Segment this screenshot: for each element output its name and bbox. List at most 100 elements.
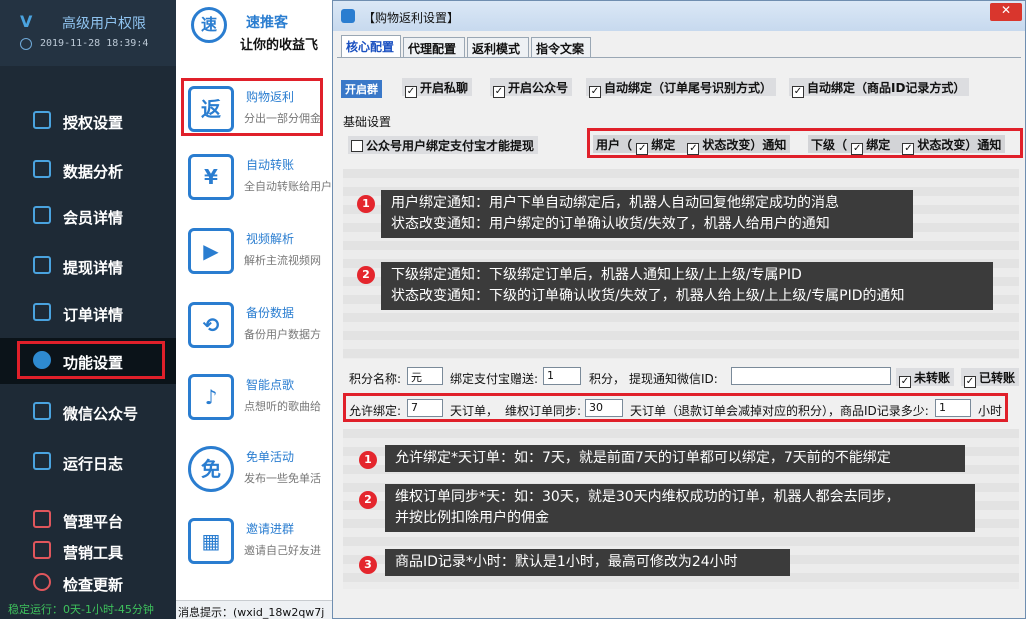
tip-number-badge: 1: [357, 195, 375, 213]
points-name-input[interactable]: 元: [407, 367, 443, 385]
sidebar-item-auth[interactable]: 授权设置: [0, 98, 176, 144]
checkbox-icon[interactable]: ✓: [902, 143, 915, 155]
official-account-checkbox[interactable]: ✓ 开启公众号: [490, 78, 573, 98]
auto-bind-order-checkbox[interactable]: ✓ 自动绑定（订单尾号识别方式）: [586, 78, 777, 98]
group-toggle[interactable]: 开启群: [341, 80, 382, 98]
feature-auto-transfer[interactable]: ¥ 自动转账全自动转账给用户: [176, 146, 336, 216]
sync-label: 维权订单同步:: [505, 404, 582, 418]
withdraw-notify-input[interactable]: [731, 367, 891, 385]
checkbox-label: 开启公众号: [508, 81, 569, 95]
feature-desc: 全自动转账给用户: [244, 180, 332, 193]
points-unit-label: 积分，: [589, 372, 626, 386]
sync-unit: 天订单（退款订单会减掉对应的积分），商品ID记录多少:: [630, 404, 929, 418]
app-title: 高级用户权限: [62, 16, 146, 32]
feature-title: 视频解析: [246, 232, 295, 246]
checkbox-label: 开启私聊: [420, 81, 469, 95]
withdraw-notify-label: 提现通知微信ID:: [629, 372, 718, 386]
feature-free-order[interactable]: 免免单活动 发布一些免单活: [176, 438, 336, 508]
checkbox-icon[interactable]: ✓: [636, 143, 649, 155]
private-chat-checkbox[interactable]: ✓ 开启私聊: [402, 78, 473, 98]
close-button[interactable]: ✕: [990, 3, 1022, 21]
tip-line: 下级绑定通知：下级绑定订单后，机器人通知上级/上上级/专属PID: [391, 267, 802, 283]
tab-command-text[interactable]: 指令文案: [531, 37, 591, 58]
tip-line: 状态改变通知：下级的订单确认收货/失效了，机器人给上级/上上级/专属PID的通知: [391, 288, 905, 304]
feature-desc: 备份用户数据方: [244, 328, 321, 341]
brand-slogan: 让你的收益飞: [240, 38, 319, 53]
sidebar-header: V 高级用户权限 2019-11-28 18:39:4: [0, 0, 176, 66]
admin-icon: [33, 510, 51, 528]
feature-desc: 发布一些免单活: [244, 472, 321, 485]
search-doc-icon: [33, 256, 51, 274]
sidebar-item-members[interactable]: 会员详情: [0, 193, 176, 239]
feature-desc: 点想听的歌曲给: [244, 400, 321, 413]
sub-state-label: 状态改变）通知: [917, 138, 1002, 152]
free-icon: 免: [188, 446, 234, 492]
allow-bind-label: 允许绑定:: [349, 404, 402, 418]
user-notify-group: 用户（ ✓ 绑定 ✓ 状态改变）通知: [593, 135, 791, 155]
checkbox-label: 公众号用户绑定支付宝才能提现: [366, 139, 535, 153]
tip-callout: 商品ID记录*小时：默认是1小时，最高可修改为24小时: [385, 549, 790, 576]
app-logo-icon: V: [20, 12, 33, 31]
yuan-doc-icon: [33, 303, 51, 321]
update-icon: [33, 573, 51, 591]
checkbox-icon[interactable]: ✓: [851, 143, 864, 155]
tip-callout: 下级绑定通知：下级绑定订单后，机器人通知上级/上上级/专属PID 状态改变通知：…: [381, 262, 993, 310]
alipay-withdraw-checkbox[interactable]: 公众号用户绑定支付宝才能提现: [348, 136, 539, 154]
user-state-label: 状态改变）通知: [702, 138, 787, 152]
bind-alipay-label: 绑定支付宝赠送:: [450, 372, 539, 386]
auto-bind-product-checkbox[interactable]: ✓ 自动绑定（商品ID记录方式）: [789, 78, 970, 98]
yuan-icon: ¥: [188, 154, 234, 200]
bind-alipay-input[interactable]: 1: [543, 367, 581, 385]
sidebar-item-label: 会员详情: [63, 209, 124, 227]
transferred-checkbox[interactable]: ✓ 已转账: [961, 368, 1020, 388]
datetime: 2019-11-28 18:39:4: [40, 38, 149, 49]
tip-number-badge: 1: [359, 451, 377, 469]
edit-icon: [33, 206, 51, 224]
tab-rebate-mode[interactable]: 返利模式: [467, 37, 529, 58]
checkbox-label: 自动绑定（订单尾号识别方式）: [604, 81, 773, 95]
sub-notify-prefix: 下级（: [811, 138, 848, 152]
sidebar-item-orders[interactable]: 订单详情: [0, 290, 176, 336]
feature-video-parse[interactable]: ▶ 视频解析 解析主流视频网: [176, 220, 336, 290]
tip-number-badge: 2: [357, 266, 375, 284]
sidebar-item-withdrawals[interactable]: 提现详情: [0, 243, 176, 289]
tab-core-config[interactable]: 核心配置: [341, 35, 401, 58]
allow-bind-unit: 天订单，: [450, 404, 499, 418]
record-hours-input[interactable]: 1: [935, 399, 971, 417]
checkbox-icon: ✓: [792, 86, 804, 98]
highlight-box: [181, 78, 323, 136]
sub-notify-group: 下级（ ✓ 绑定 ✓ 状态改变）通知: [808, 135, 1006, 155]
sidebar-item-label: 检查更新: [63, 576, 124, 594]
checkbox-icon: ✓: [589, 86, 601, 98]
allow-bind-input[interactable]: 7: [407, 399, 443, 417]
checkbox-label: 自动绑定（商品ID记录方式）: [807, 81, 966, 95]
rebate-settings-dialog: 【购物返利设置】 ✕ 核心配置 代理配置 返利模式 指令文案 开启群 ✓ 开启私聊…: [332, 0, 1026, 619]
sidebar-item-analytics[interactable]: 数据分析: [0, 147, 176, 193]
checkbox-icon: ✓: [899, 376, 911, 388]
user-bind-label: 绑定: [651, 138, 676, 152]
tip-number-badge: 3: [359, 556, 377, 574]
not-transferred-checkbox[interactable]: ✓ 未转账: [896, 368, 955, 388]
feature-backup[interactable]: ⟲ 备份数据 备份用户数据方: [176, 294, 336, 364]
sidebar-item-label: 微信公众号: [63, 405, 139, 423]
message-hint: 消息提示：(wxid_18w2qw7j: [176, 600, 336, 619]
tip-number-badge: 2: [359, 491, 377, 509]
points-name-label: 积分名称:: [349, 372, 402, 386]
sidebar-item-label: 数据分析: [63, 163, 124, 181]
sync-input[interactable]: 30: [585, 399, 623, 417]
feature-title: 备份数据: [246, 306, 295, 320]
tip-line: 用户绑定通知：用户下单自动绑定后，机器人自动回复他绑定成功的消息: [391, 195, 839, 211]
tip-callout: 用户绑定通知：用户下单自动绑定后，机器人自动回复他绑定成功的消息 状态改变通知：…: [381, 190, 913, 238]
tip-line: 允许绑定*天订单：如：7天，就是前面7天的订单都可以绑定，7天前的不能绑定: [395, 450, 891, 466]
brand-name: 速推客: [246, 15, 288, 31]
dialog-titlebar[interactable]: 【购物返利设置】 ✕: [333, 1, 1025, 31]
checkbox-label: 未转账: [914, 371, 951, 385]
brand-logo-icon: 速: [191, 7, 227, 43]
feature-invite-group[interactable]: ▦ 邀请进群 邀请自己好友进: [176, 510, 336, 580]
sidebar-item-logs[interactable]: 运行日志: [0, 439, 176, 485]
sidebar-item-wechat-official[interactable]: 微信公众号: [0, 389, 176, 435]
feature-song-request[interactable]: ♪ 智能点歌 点想听的歌曲给: [176, 366, 336, 436]
checkbox-icon[interactable]: ✓: [687, 143, 700, 155]
tab-agent-config[interactable]: 代理配置: [403, 37, 465, 58]
feature-title: 自动转账: [246, 158, 295, 172]
